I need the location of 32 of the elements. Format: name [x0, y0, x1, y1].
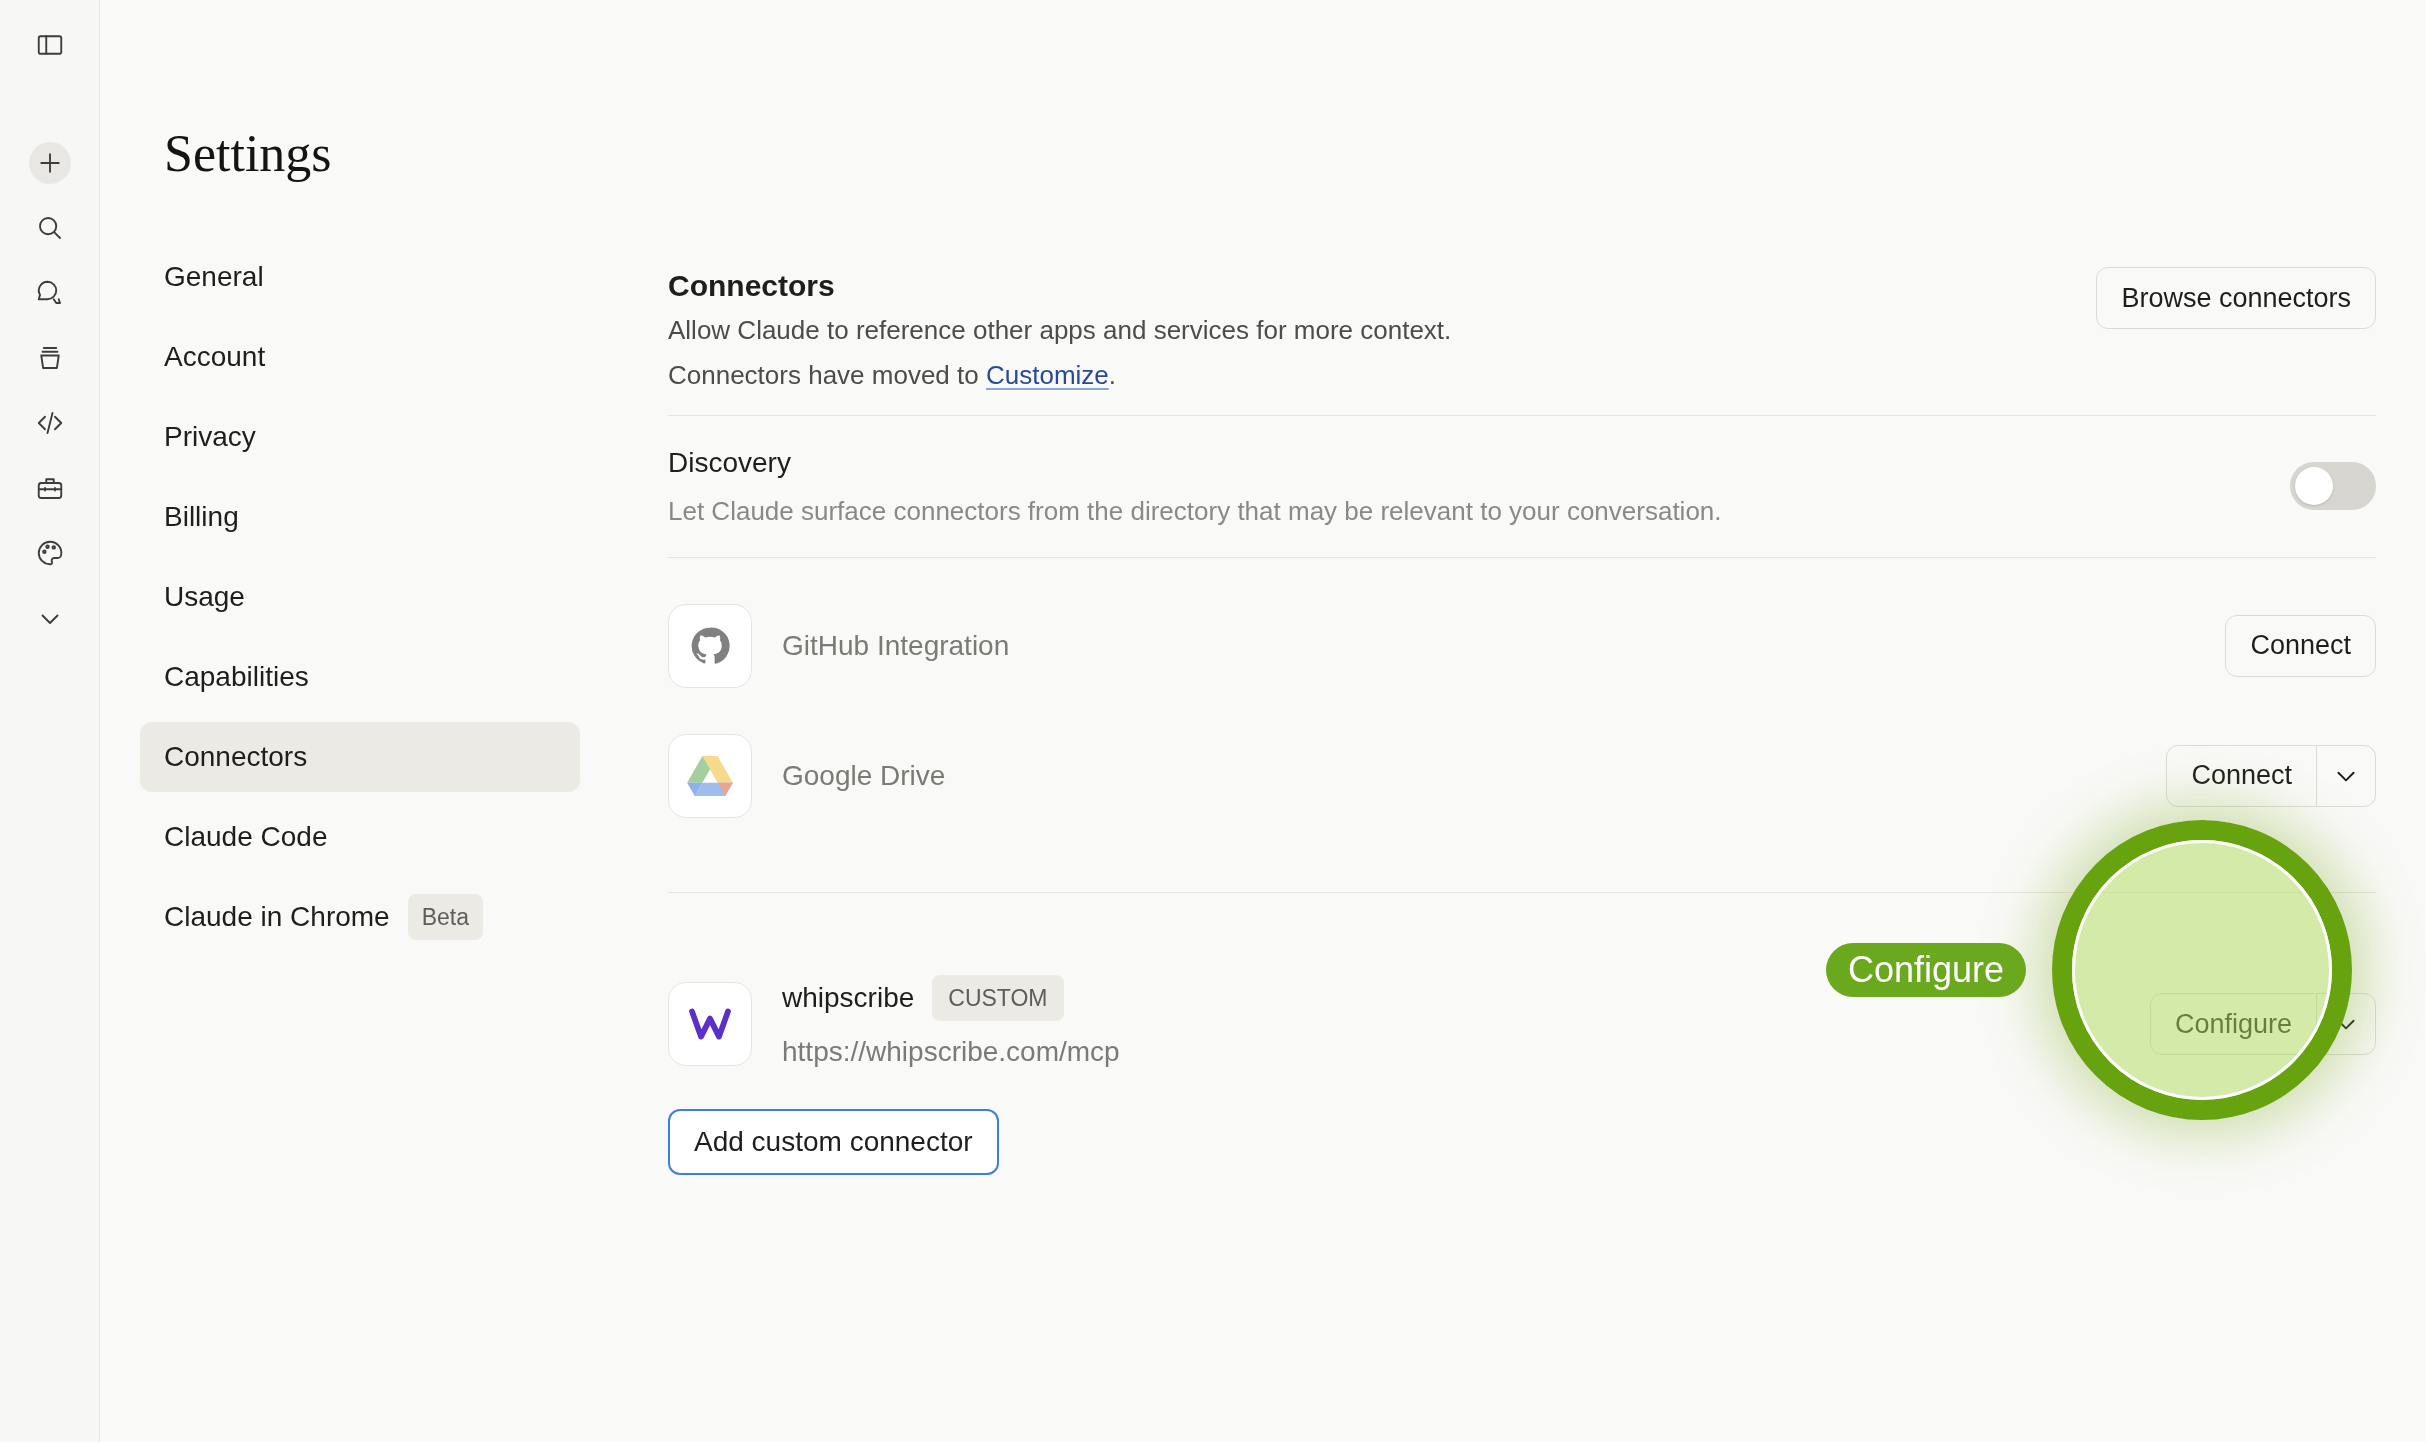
nav-item[interactable]: Billing [140, 482, 580, 552]
nav-item[interactable]: General [140, 242, 580, 312]
action-button[interactable]: Configure [2150, 993, 2316, 1054]
browse-connectors-button[interactable]: Browse connectors [2096, 267, 2376, 329]
beta-badge: Beta [407, 893, 483, 941]
nav-item[interactable]: Connectors [140, 722, 580, 792]
add-custom-connector-button[interactable]: Add custom connector [668, 1109, 999, 1175]
discovery-description: Let Claude surface connectors from the directory that may be relevant to your conversation. [668, 494, 1722, 528]
moved-note: Connectors have moved to Customize. [668, 358, 1118, 392]
custom-badge: CUSTOM [932, 974, 1064, 1021]
drive-logo [687, 755, 733, 796]
customize-link[interactable]: Customize [985, 359, 1109, 390]
nav-item[interactable]: Privacy [140, 402, 580, 472]
connector-url: https://whipscribe.com/mcp [782, 1035, 1120, 1069]
connector-name: Google Drive [782, 758, 946, 793]
nav-item[interactable]: Claude in Chrome Beta [140, 882, 580, 952]
section-description: Allow Claude to reference other apps and services for more context. [668, 313, 1452, 347]
plus-icon[interactable] [28, 142, 71, 184]
connector-name: GitHub Integration [782, 628, 1010, 663]
action-button[interactable]: Connect [2167, 745, 2316, 806]
discovery-toggle[interactable] [2290, 462, 2376, 510]
nav-item[interactable]: Capabilities [140, 642, 580, 712]
page-title: Settings [163, 128, 333, 180]
nav-item[interactable]: Account [140, 322, 580, 392]
nav-item[interactable]: Claude Code [140, 802, 580, 872]
connector-name: whipscribe [782, 980, 915, 1015]
w-logo [688, 1005, 732, 1042]
nav-item[interactable]: Usage [140, 562, 580, 632]
section-title: Connectors [668, 268, 836, 304]
highlight-label: Configure [1826, 943, 2027, 997]
discovery-title: Discovery [668, 445, 792, 480]
action-button[interactable]: Connect [2225, 614, 2376, 677]
